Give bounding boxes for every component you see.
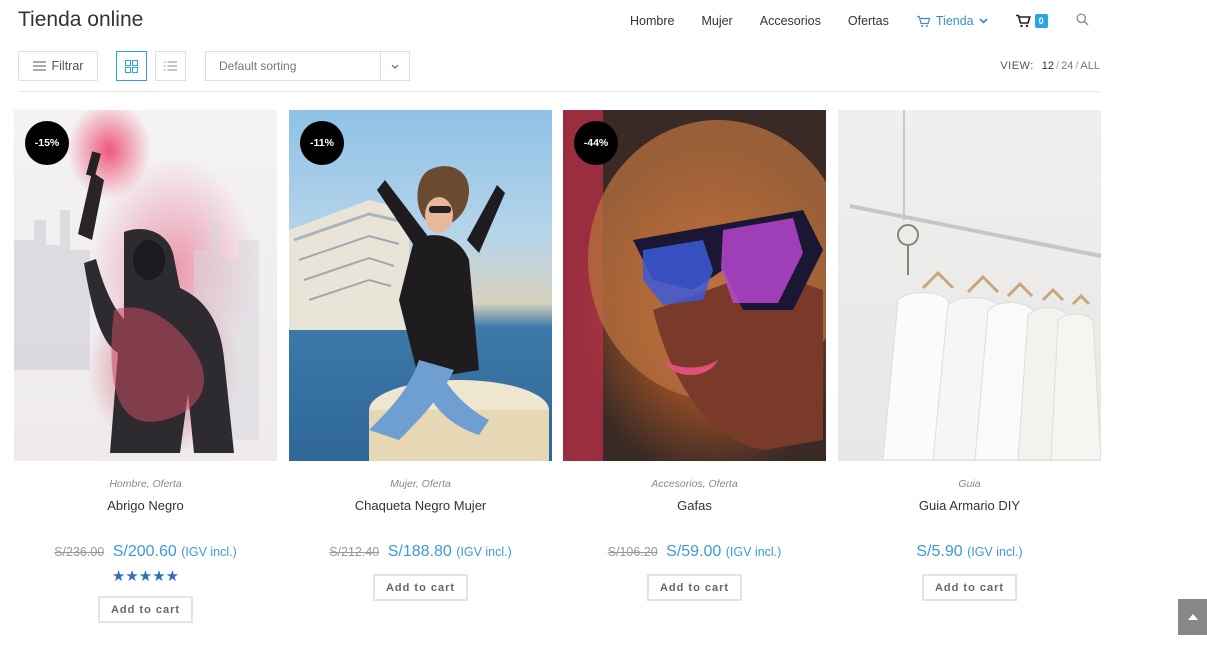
toolbar-divider [18,91,1100,92]
product-title[interactable]: Chaqueta Negro Mujer [289,498,552,513]
product-price: S/236.00 S/200.60 (IGV incl.) [14,543,277,561]
search-icon[interactable] [1076,13,1089,29]
sale-badge: -11% [300,121,344,165]
sale-price: S/200.60 [112,543,177,560]
add-to-cart-button[interactable]: Add to cart [646,574,743,601]
product-price: S/5.90 (IGV incl.) [838,543,1101,561]
add-to-cart-button[interactable]: Add to cart [97,596,194,623]
product-title[interactable]: Gafas [563,498,826,513]
nav-item-tienda[interactable]: Tienda [916,14,988,28]
sale-badge: -15% [25,121,69,165]
view-option-all[interactable]: ALL [1080,60,1100,72]
product-title[interactable]: Abrigo Negro [14,498,277,513]
product-categories[interactable]: Mujer, Oferta [289,478,552,492]
filter-button[interactable]: Filtrar [18,51,98,81]
cart-icon [916,15,931,27]
product-card: -11% Mujer, Oferta Chaqueta Negro Mujer … [289,110,552,601]
view-option-12[interactable]: 12 [1042,60,1054,72]
sort-select[interactable]: Default sorting [205,51,410,81]
old-price: S/236.00 [54,545,105,559]
product-categories[interactable]: Guia [838,478,1101,492]
product-categories[interactable]: Hombre, Oferta [14,478,277,492]
product-image[interactable]: -15% [14,110,277,461]
product-price: S/212.40 S/188.80 (IGV incl.) [289,543,552,561]
product-title[interactable]: Guia Armario DIY [838,498,1101,513]
view-label: VIEW: [1000,60,1034,72]
sale-price: S/188.80 [387,543,452,560]
star-rating: ★★★★★ [111,568,180,585]
grid-icon [125,59,138,73]
nav-item-hombre[interactable]: Hombre [630,14,674,28]
nav-item-mujer[interactable]: Mujer [701,14,732,28]
sale-price: S/59.00 [666,543,722,560]
cart-button[interactable]: 0 [1015,14,1048,28]
view-count-selector: VIEW: 12 / 24 / ALL [1000,60,1100,72]
view-separator: / [1056,60,1060,72]
product-card: -44% Accesorios, Oferta Gafas S/106.20 S… [563,110,826,601]
old-price: S/212.40 [329,545,380,559]
filter-button-label: Filtrar [51,59,84,73]
product-card: -15% Hombre, Oferta Abrigo Negro S/236.0… [14,110,277,623]
view-separator: / [1075,60,1079,72]
product-price: S/106.20 S/59.00 (IGV incl.) [563,543,826,561]
tax-note: (IGV incl.) [181,545,237,559]
scroll-to-top-button[interactable] [1178,599,1207,635]
add-to-cart-button[interactable]: Add to cart [921,574,1018,601]
product-image[interactable]: -11% [289,110,552,461]
tax-note: (IGV incl.) [967,545,1023,559]
list-icon [164,61,177,71]
shopping-cart-icon [1015,14,1031,28]
site-title[interactable]: Tienda online [18,8,143,32]
product-categories[interactable]: Accesorios, Oferta [563,478,826,492]
menu-icon [32,61,46,71]
product-card: Guia Guia Armario DIY S/5.90 (IGV incl.)… [838,110,1101,601]
product-image[interactable] [838,110,1101,461]
grid-view-button[interactable] [116,51,147,81]
tax-note: (IGV incl.) [725,545,782,559]
shop-toolbar: Filtrar Default sorting VIEW: 12 / 24 / … [18,51,1100,81]
list-view-button[interactable] [155,51,186,81]
nav-item-ofertas[interactable]: Ofertas [848,14,889,28]
chevron-down-icon [380,52,409,80]
nav-item-tienda-label: Tienda [935,14,974,28]
product-image[interactable]: -44% [563,110,826,461]
add-to-cart-button[interactable]: Add to cart [372,574,469,601]
tax-note: (IGV incl.) [456,545,512,559]
arrow-up-icon [1187,614,1198,620]
old-price: S/106.20 [607,545,658,559]
sale-badge: -44% [574,121,618,165]
sort-select-value: Default sorting [219,59,297,73]
view-option-24[interactable]: 24 [1061,60,1073,72]
chevron-down-icon [979,18,988,24]
sale-price: S/5.90 [916,543,963,560]
nav-item-accesorios[interactable]: Accesorios [760,14,821,28]
main-nav: Hombre Mujer Accesorios Ofertas Tienda 0 [630,13,1089,29]
cart-count-badge: 0 [1034,14,1048,28]
